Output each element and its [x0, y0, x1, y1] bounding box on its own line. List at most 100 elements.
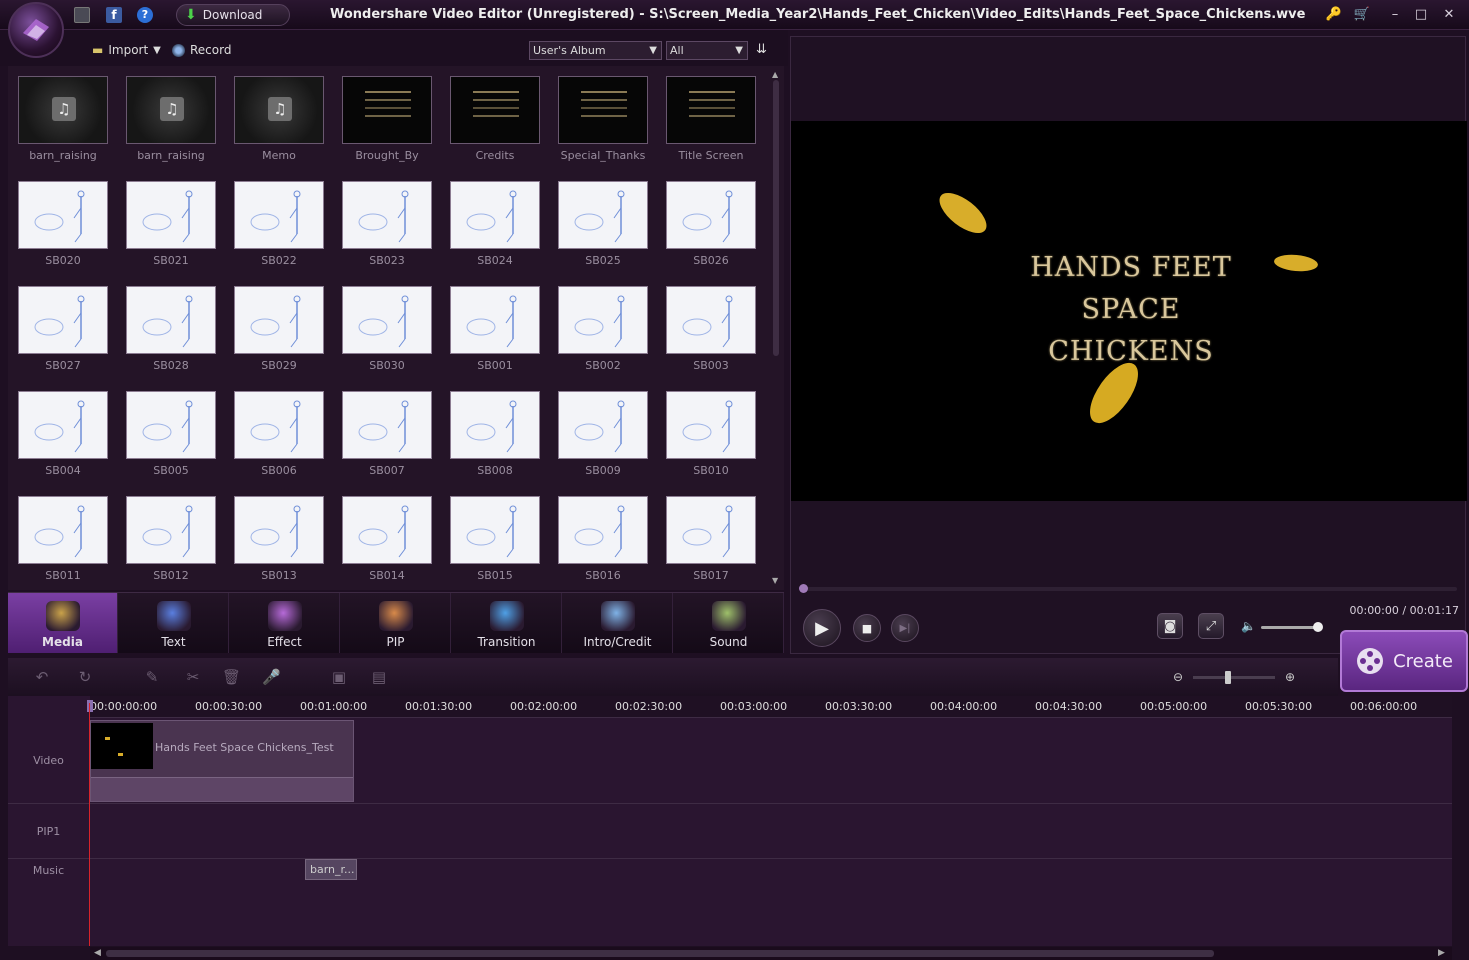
- media-thumbnail[interactable]: [126, 181, 216, 249]
- help-icon[interactable]: ?: [137, 7, 153, 23]
- playhead-handle[interactable]: [87, 700, 93, 712]
- media-thumbnail[interactable]: [450, 391, 540, 459]
- filter-select[interactable]: All ▼: [666, 41, 748, 60]
- media-thumbnail[interactable]: [234, 181, 324, 249]
- tab-media[interactable]: Media: [8, 593, 118, 653]
- time-ruler[interactable]: 00:00:00:00 00:00:30:00 00:01:00:00 00:01:3…: [90, 696, 1452, 718]
- playhead[interactable]: [89, 703, 90, 946]
- media-tile[interactable]: ♫ Memo: [234, 76, 324, 166]
- tab-intro-credit[interactable]: Intro/Credit: [563, 593, 673, 653]
- media-thumbnail[interactable]: [234, 286, 324, 354]
- key-icon[interactable]: 🔑: [1325, 7, 1343, 22]
- scroll-right-icon[interactable]: ▶: [1438, 948, 1445, 958]
- media-tile[interactable]: SB011: [18, 496, 108, 586]
- media-thumbnail[interactable]: [666, 76, 756, 144]
- media-tile[interactable]: SB023: [342, 181, 432, 271]
- media-thumbnail[interactable]: [18, 286, 108, 354]
- media-tile[interactable]: SB008: [450, 391, 540, 481]
- media-tile[interactable]: SB030: [342, 286, 432, 376]
- media-tile[interactable]: SB007: [342, 391, 432, 481]
- media-tile[interactable]: SB013: [234, 496, 324, 586]
- media-tile[interactable]: SB025: [558, 181, 648, 271]
- next-frame-button[interactable]: ▶|: [891, 614, 919, 642]
- undo-icon[interactable]: ↶: [33, 668, 51, 686]
- media-tile[interactable]: SB006: [234, 391, 324, 481]
- minimize-button[interactable]: –: [1386, 7, 1404, 22]
- progress-knob[interactable]: [799, 584, 808, 593]
- tab-sound[interactable]: Sound: [674, 593, 784, 653]
- media-tile[interactable]: SB004: [18, 391, 108, 481]
- media-thumbnail[interactable]: [342, 496, 432, 564]
- volume-knob[interactable]: [1313, 622, 1323, 632]
- media-thumbnail[interactable]: [666, 181, 756, 249]
- save-icon[interactable]: [74, 7, 90, 23]
- fullscreen-button[interactable]: ⤢: [1198, 613, 1224, 639]
- media-tile[interactable]: SB012: [126, 496, 216, 586]
- tab-pip[interactable]: PIP: [341, 593, 451, 653]
- video-clip[interactable]: Hands Feet Space Chickens_Test: [90, 720, 354, 802]
- media-thumbnail[interactable]: [234, 391, 324, 459]
- snapshot-button[interactable]: ◙: [1157, 613, 1183, 639]
- zoom-out-icon[interactable]: ⊖: [1173, 670, 1183, 684]
- music-track[interactable]: Music: [8, 859, 1452, 881]
- media-tile[interactable]: SB002: [558, 286, 648, 376]
- media-tile[interactable]: SB015: [450, 496, 540, 586]
- media-thumbnail[interactable]: [558, 286, 648, 354]
- scroll-down-icon[interactable]: ▼: [772, 576, 778, 585]
- media-thumbnail[interactable]: [18, 496, 108, 564]
- media-thumbnail[interactable]: ♫: [18, 76, 108, 144]
- media-thumbnail[interactable]: [558, 76, 648, 144]
- media-thumbnail[interactable]: [234, 496, 324, 564]
- tab-transition[interactable]: Transition: [452, 593, 562, 653]
- sort-icon[interactable]: ⇊: [756, 42, 767, 57]
- facebook-icon[interactable]: f: [106, 7, 122, 23]
- edit-icon[interactable]: ✎: [143, 668, 161, 686]
- crop-icon[interactable]: ▣: [330, 668, 348, 686]
- volume-slider[interactable]: [1261, 622, 1323, 632]
- scroll-left-icon[interactable]: ◀: [94, 948, 101, 958]
- media-tile[interactable]: SB005: [126, 391, 216, 481]
- album-select[interactable]: User's Album ▼: [529, 41, 662, 60]
- media-tile[interactable]: SB024: [450, 181, 540, 271]
- media-tile[interactable]: SB009: [558, 391, 648, 481]
- media-tile[interactable]: SB028: [126, 286, 216, 376]
- media-thumbnail[interactable]: [126, 286, 216, 354]
- tab-effect[interactable]: Effect: [230, 593, 340, 653]
- import-button[interactable]: ▬ Import ▼: [92, 43, 161, 57]
- media-tile[interactable]: SB017: [666, 496, 756, 586]
- media-tile[interactable]: ♫ barn_raising: [18, 76, 108, 166]
- stop-button[interactable]: ■: [853, 614, 881, 642]
- media-thumbnail[interactable]: [342, 391, 432, 459]
- scene-detect-icon[interactable]: ▤: [370, 668, 388, 686]
- microphone-icon[interactable]: 🎤: [262, 668, 281, 686]
- media-thumbnail[interactable]: [18, 391, 108, 459]
- tab-text[interactable]: Text: [119, 593, 229, 653]
- media-tile[interactable]: SB020: [18, 181, 108, 271]
- media-thumbnail[interactable]: [450, 286, 540, 354]
- media-thumbnail[interactable]: ♫: [234, 76, 324, 144]
- media-thumbnail[interactable]: [342, 286, 432, 354]
- playback-progress[interactable]: [799, 584, 1457, 593]
- media-tile[interactable]: Special_Thanks: [558, 76, 648, 166]
- media-thumbnail[interactable]: ♫: [126, 76, 216, 144]
- zoom-knob[interactable]: [1225, 671, 1231, 684]
- media-thumbnail[interactable]: [450, 76, 540, 144]
- media-thumbnail[interactable]: [558, 496, 648, 564]
- media-tile[interactable]: Title Screen: [666, 76, 756, 166]
- timeline-zoom-slider[interactable]: [1193, 671, 1275, 684]
- cart-icon[interactable]: 🛒: [1353, 7, 1371, 22]
- delete-icon[interactable]: 🗑: [222, 668, 241, 686]
- media-thumbnail[interactable]: [126, 496, 216, 564]
- media-tile[interactable]: SB001: [450, 286, 540, 376]
- app-logo[interactable]: [8, 2, 64, 58]
- media-thumbnail[interactable]: [450, 181, 540, 249]
- media-tile[interactable]: Credits: [450, 76, 540, 166]
- close-button[interactable]: ✕: [1440, 7, 1458, 22]
- media-thumbnail[interactable]: [126, 391, 216, 459]
- media-thumbnail[interactable]: [558, 181, 648, 249]
- record-button[interactable]: Record: [172, 43, 231, 57]
- media-tile[interactable]: SB014: [342, 496, 432, 586]
- media-thumbnail[interactable]: [666, 496, 756, 564]
- media-thumbnail[interactable]: [558, 391, 648, 459]
- media-tile[interactable]: Brought_By: [342, 76, 432, 166]
